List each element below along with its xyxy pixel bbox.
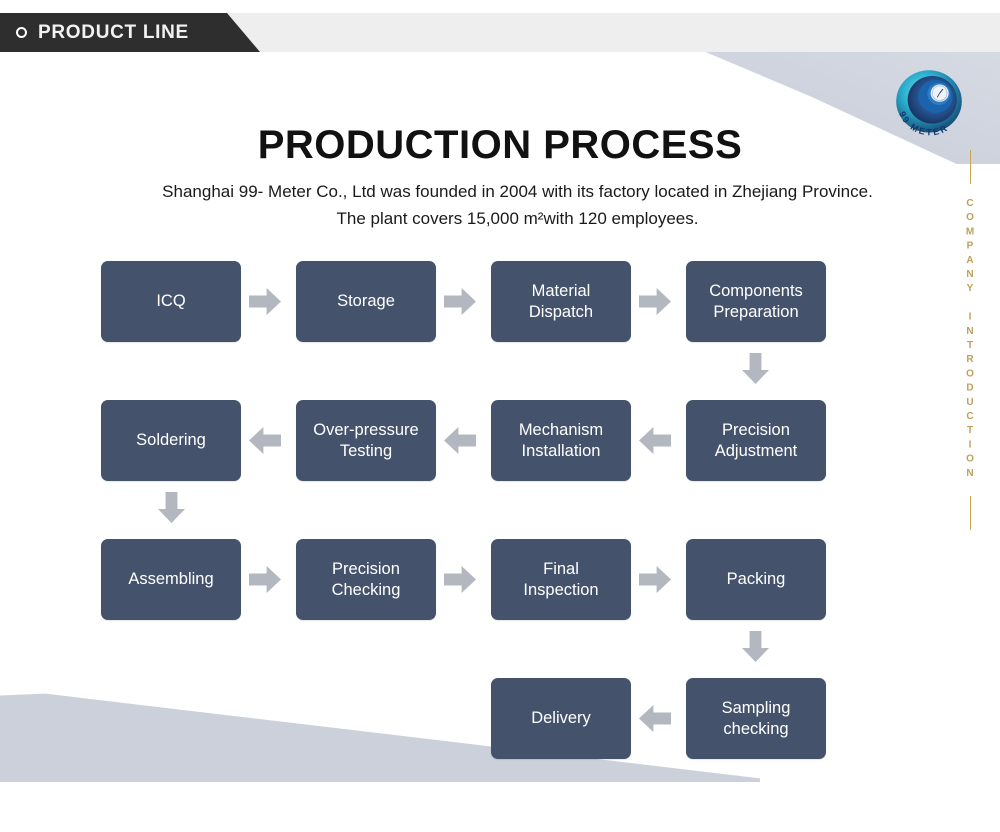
flow-box-label: Material Dispatch bbox=[528, 281, 594, 321]
flow-box-precision-checking[interactable]: Precision Checking bbox=[296, 539, 436, 620]
arrow-right-material-dispatch-to-components bbox=[639, 288, 671, 315]
flow-box-assembling[interactable]: Assembling bbox=[101, 539, 241, 620]
flow-box-sampling-checking[interactable]: Sampling checking bbox=[686, 678, 826, 759]
flow-box-label: Mechanism Installation bbox=[518, 420, 604, 460]
flow-box-label: Precision Checking bbox=[331, 559, 401, 599]
arrow-right-precision-checking-to-final-inspection bbox=[444, 566, 476, 593]
slide-root: PRODUCT LINE 99 METER COMPANY INTRODUCTI… bbox=[0, 0, 1000, 832]
rail-label: COMPANY INTRODUCTION bbox=[964, 198, 976, 482]
flow-box-components-preparation[interactable]: Components Preparation bbox=[686, 261, 826, 342]
arrow-down-packing-to-sampling-checking bbox=[742, 631, 769, 662]
rail-line-bottom bbox=[969, 496, 971, 530]
flow-box-over-pressure-testing[interactable]: Over-pressure Testing bbox=[296, 400, 436, 481]
arrow-left-mechanism-to-overpressure bbox=[444, 427, 476, 454]
arrow-right-storage-to-material-dispatch bbox=[444, 288, 476, 315]
arrow-down-components-to-precision-adjustment bbox=[742, 353, 769, 384]
page-title: PRODUCTION PROCESS bbox=[257, 123, 743, 167]
flow-box-label: Soldering bbox=[136, 431, 206, 449]
arrow-left-overpressure-to-soldering bbox=[249, 427, 281, 454]
company-introduction-rail: COMPANY INTRODUCTION bbox=[962, 150, 978, 530]
arrow-left-sampling-to-delivery bbox=[639, 705, 671, 732]
flow-box-label: Over-pressure Testing bbox=[313, 420, 419, 460]
flow-box-icq[interactable]: ICQ bbox=[101, 261, 241, 342]
arrow-down-soldering-to-assembling bbox=[158, 492, 185, 523]
flow-box-mechanism-installation[interactable]: Mechanism Installation bbox=[491, 400, 631, 481]
flow-box-label: Delivery bbox=[531, 709, 591, 727]
flow-box-label: Sampling checking bbox=[721, 698, 791, 738]
flow-box-label: Precision Adjustment bbox=[714, 420, 798, 460]
flow-box-delivery[interactable]: Delivery bbox=[491, 678, 631, 759]
flow-box-final-inspection[interactable]: Final Inspection bbox=[491, 539, 631, 620]
flow-box-label: Final Inspection bbox=[523, 559, 599, 599]
page-subtitle: Shanghai 99- Meter Co., Ltd was founded … bbox=[162, 182, 873, 228]
flow-box-label: ICQ bbox=[156, 292, 186, 310]
flow-box-material-dispatch[interactable]: Material Dispatch bbox=[491, 261, 631, 342]
arrow-right-final-inspection-to-packing bbox=[639, 566, 671, 593]
arrow-right-assembling-to-precision-checking bbox=[249, 566, 281, 593]
arrow-left-precision-adjustment-to-mechanism bbox=[639, 427, 671, 454]
flow-box-precision-adjustment[interactable]: Precision Adjustment bbox=[686, 400, 826, 481]
flow-box-soldering[interactable]: Soldering bbox=[101, 400, 241, 481]
flow-box-packing[interactable]: Packing bbox=[686, 539, 826, 620]
flow-box-label: Assembling bbox=[128, 570, 214, 588]
footer-whitespace bbox=[0, 782, 1000, 832]
product-line-tab[interactable]: PRODUCT LINE bbox=[0, 13, 260, 52]
flow-box-label: Storage bbox=[337, 292, 395, 310]
circle-outline-icon bbox=[16, 27, 27, 38]
decor-polygon-bottom-left bbox=[0, 693, 760, 782]
flow-box-label: Components Preparation bbox=[709, 281, 803, 321]
flow-box-label: Packing bbox=[726, 570, 786, 588]
arrow-right-icq-to-storage bbox=[249, 288, 281, 315]
flow-box-storage[interactable]: Storage bbox=[296, 261, 436, 342]
product-line-label: PRODUCT LINE bbox=[38, 21, 189, 43]
